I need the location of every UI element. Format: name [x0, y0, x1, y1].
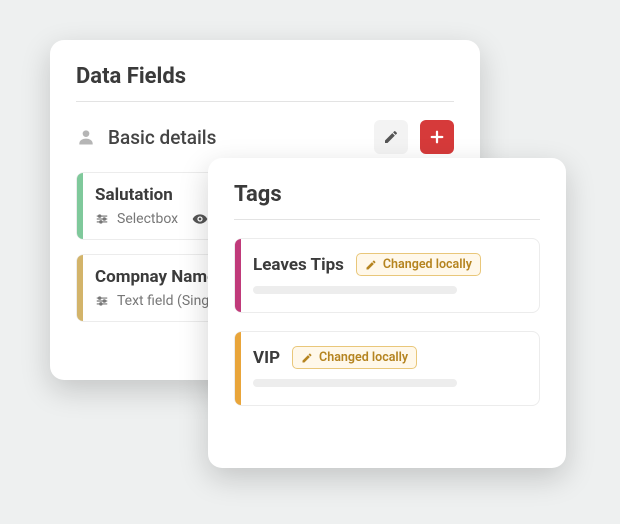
sliders-icon: [95, 294, 109, 308]
field-accent: [77, 173, 83, 239]
tag-name: VIP: [253, 348, 280, 368]
tag-head: Leaves Tips Changed locally: [253, 253, 525, 276]
tag-name: Leaves Tips: [253, 255, 344, 275]
tags-card: Tags Leaves Tips Changed locally VIP Cha…: [208, 158, 566, 468]
edit-section-button[interactable]: [374, 120, 408, 154]
badge-label: Changed locally: [383, 257, 472, 272]
field-accent: [77, 255, 83, 321]
pencil-icon: [365, 259, 377, 271]
sliders-icon: [95, 212, 109, 226]
data-fields-title: Data Fields: [76, 64, 454, 89]
badge-label: Changed locally: [319, 350, 408, 365]
tag-row[interactable]: Leaves Tips Changed locally: [234, 238, 540, 313]
pencil-icon: [383, 129, 399, 145]
eye-icon: [192, 211, 208, 227]
placeholder-bar: [253, 379, 457, 387]
tag-accent: [235, 239, 241, 312]
changed-locally-badge: Changed locally: [292, 346, 417, 369]
person-icon: [76, 127, 96, 147]
section-title: Basic details: [108, 126, 362, 149]
tag-head: VIP Changed locally: [253, 346, 525, 369]
add-field-button[interactable]: [420, 120, 454, 154]
changed-locally-badge: Changed locally: [356, 253, 481, 276]
divider: [234, 219, 540, 220]
placeholder-bar: [253, 286, 457, 294]
divider: [76, 101, 454, 102]
field-type-label: Selectbox: [117, 211, 178, 227]
tag-row[interactable]: VIP Changed locally: [234, 331, 540, 406]
pencil-icon: [301, 352, 313, 364]
tag-accent: [235, 332, 241, 405]
section-header: Basic details: [76, 120, 454, 154]
tags-title: Tags: [234, 182, 540, 207]
plus-icon: [428, 128, 446, 146]
